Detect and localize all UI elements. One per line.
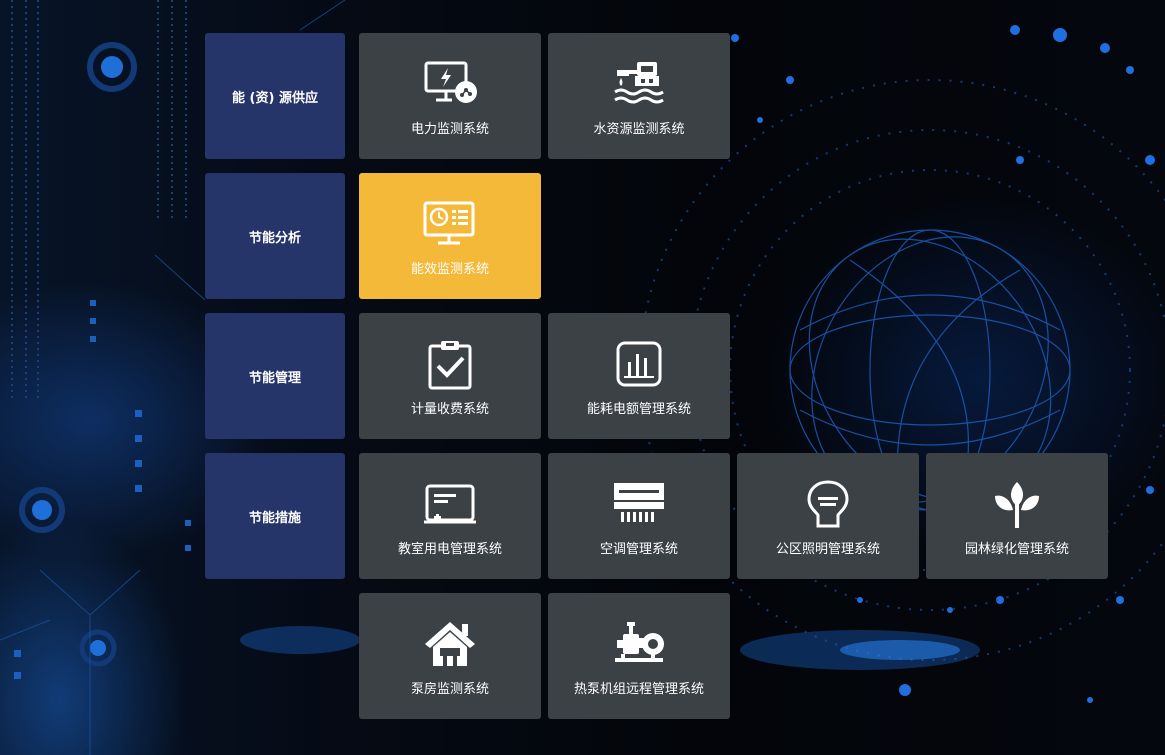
system-landscaping[interactable]: 园林绿化管理系统 [926, 453, 1108, 579]
system-power-monitor[interactable]: 电力监测系统 [359, 33, 541, 159]
system-pump-house[interactable]: 泵房监测系统 [359, 593, 541, 719]
pump-house-icon [422, 620, 478, 670]
power-monitor-icon [422, 60, 478, 110]
system-label: 能耗电额管理系统 [586, 401, 691, 417]
system-label: 电力监测系统 [410, 121, 489, 137]
category-energy-analysis[interactable]: 节能分析 [205, 173, 345, 299]
system-air-conditioning[interactable]: 空调管理系统 [548, 453, 730, 579]
category-energy-supply[interactable]: 能 (资) 源供应 [205, 33, 345, 159]
heat-pump-icon [611, 620, 667, 670]
system-energy-quota[interactable]: 能耗电额管理系统 [548, 313, 730, 439]
category-energy-management[interactable]: 节能管理 [205, 313, 345, 439]
system-label: 水资源监测系统 [593, 121, 685, 137]
light-bulb-icon [800, 479, 856, 530]
system-energy-efficiency[interactable]: 能效监测系统 [359, 173, 541, 299]
system-classroom-power[interactable]: 教室用电管理系统 [359, 453, 541, 579]
category-label: 节能分析 [248, 230, 301, 246]
system-label: 计量收费系统 [410, 401, 489, 417]
category-energy-measures[interactable]: 节能措施 [205, 453, 345, 579]
classroom-board-icon [422, 480, 478, 530]
system-label: 热泵机组远程管理系统 [573, 681, 704, 697]
system-public-lighting[interactable]: 公区照明管理系统 [737, 453, 919, 579]
system-metering-billing[interactable]: 计量收费系统 [359, 313, 541, 439]
category-label: 能 (资) 源供应 [232, 90, 318, 106]
bar-chart-icon [611, 340, 667, 390]
system-label: 园林绿化管理系统 [964, 541, 1069, 557]
system-label: 能效监测系统 [410, 261, 489, 277]
system-label: 教室用电管理系统 [397, 541, 502, 557]
system-label: 空调管理系统 [599, 541, 678, 557]
plant-sprout-icon [989, 480, 1045, 530]
air-conditioner-icon [611, 480, 667, 530]
energy-efficiency-icon [422, 200, 478, 250]
water-resource-icon [611, 60, 667, 110]
system-label: 泵房监测系统 [410, 681, 489, 697]
clipboard-check-icon [422, 340, 478, 390]
system-water-resource[interactable]: 水资源监测系统 [548, 33, 730, 159]
system-heat-pump[interactable]: 热泵机组远程管理系统 [548, 593, 730, 719]
system-label: 公区照明管理系统 [775, 541, 880, 557]
category-label: 节能管理 [248, 370, 301, 386]
category-label: 节能措施 [248, 510, 301, 526]
